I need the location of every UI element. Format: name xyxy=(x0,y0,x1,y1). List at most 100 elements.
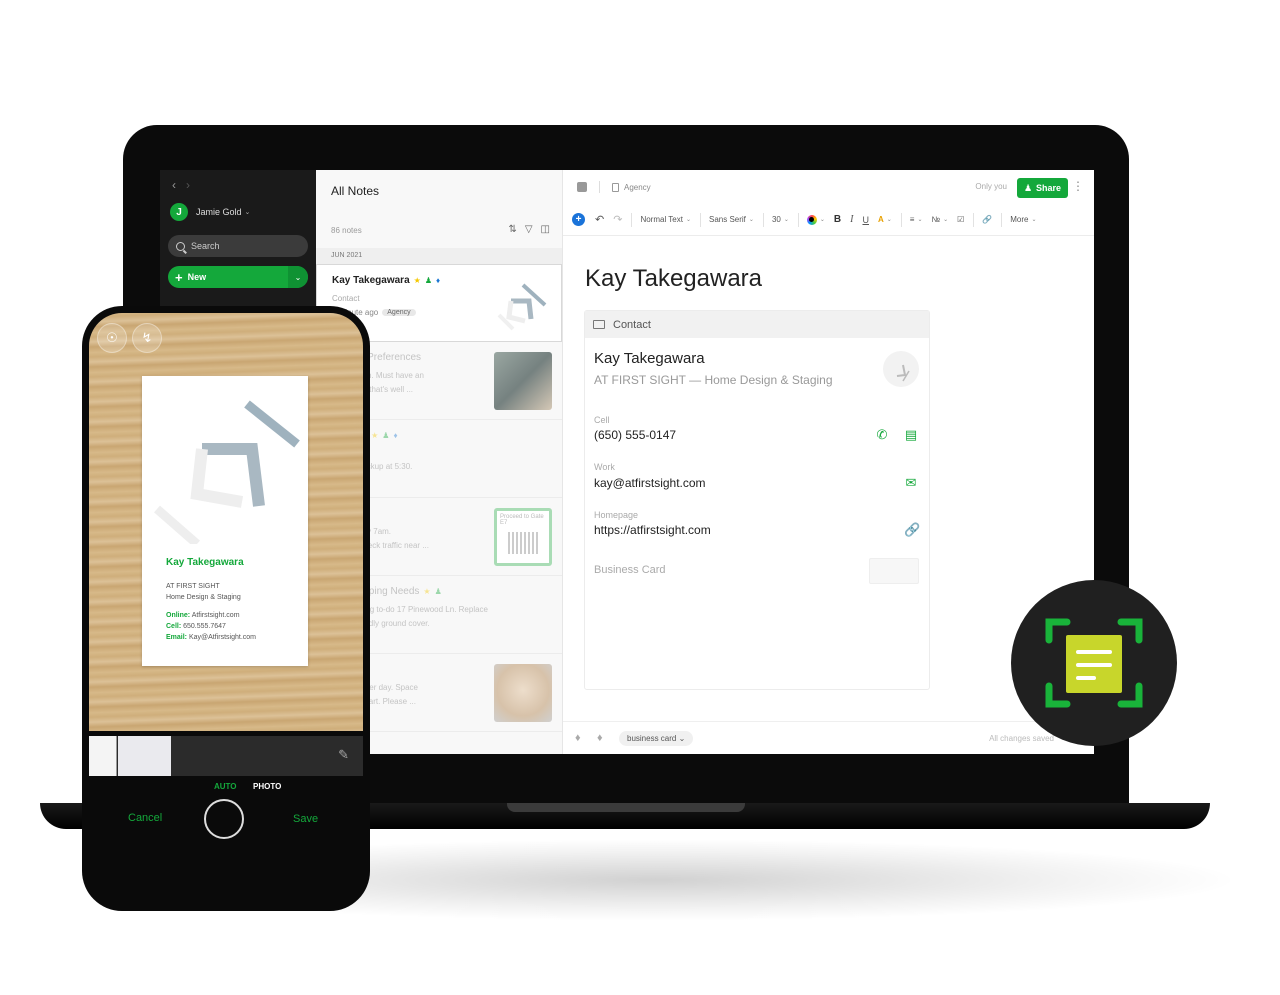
switch-camera-icon[interactable]: ☉ xyxy=(97,323,127,353)
shared-icon: ♟ xyxy=(424,276,432,285)
phone-device: ☉ ↯ Kay Takegawara AT FIRST SIGHT Home D… xyxy=(82,306,370,911)
numbered-list-dropdown[interactable]: № ⌄ xyxy=(932,215,949,224)
email-icon[interactable]: ✉ xyxy=(904,476,918,490)
highlighter-icon: A xyxy=(877,215,884,224)
back-arrow-icon[interactable]: ‹ xyxy=(172,178,176,192)
notebook-name[interactable]: Agency xyxy=(624,183,651,192)
account-switcher[interactable]: J Jamie Gold ⌄ xyxy=(170,203,250,221)
qr-code xyxy=(508,532,538,554)
star-icon: ★ xyxy=(413,276,421,285)
share-button[interactable]: ♟ Share xyxy=(1017,178,1068,198)
contact-name: Kay Takegawara xyxy=(594,350,705,367)
card-online: Online: Atfirstsight.com xyxy=(166,610,256,621)
note-thumbnail xyxy=(497,283,547,331)
view-options-icon[interactable]: ◫ xyxy=(541,224,550,235)
underline-button[interactable]: U xyxy=(862,215,869,225)
text-style-dropdown[interactable]: Normal Text ⌄ xyxy=(640,215,691,224)
cancel-button[interactable]: Cancel xyxy=(128,812,162,824)
divider xyxy=(762,212,764,227)
italic-button[interactable]: I xyxy=(850,214,853,225)
phone-call-icon[interactable]: ✆ xyxy=(875,428,889,442)
work-email-value[interactable]: kay@atfirstsight.com xyxy=(594,476,706,490)
redo-icon[interactable]: ↷ xyxy=(613,213,622,226)
share-label: Share xyxy=(1036,183,1062,193)
new-note-button[interactable]: + New xyxy=(168,270,288,285)
forward-arrow-icon[interactable]: › xyxy=(186,178,190,192)
card-email-value: Kay@Atfirstsight.com xyxy=(188,634,256,641)
link-button[interactable]: 🔗 xyxy=(982,215,992,224)
text-color-dropdown[interactable]: ⌄ xyxy=(806,214,825,225)
cell-value[interactable]: (650) 555-0147 xyxy=(594,428,676,442)
search-icon xyxy=(176,241,185,251)
note-tag[interactable]: Agency xyxy=(382,309,416,316)
card-company-line2: Home Design & Staging xyxy=(166,594,241,601)
contact-avatar xyxy=(883,351,919,387)
note-title[interactable]: Kay Takegawara xyxy=(585,265,762,293)
expand-icon[interactable] xyxy=(577,182,587,192)
month-header: JUN 2021 xyxy=(316,248,562,264)
highlight-dropdown[interactable]: A ⌄ xyxy=(878,215,892,224)
more-dropdown[interactable]: More ⌄ xyxy=(1010,215,1036,224)
homepage-label: Homepage xyxy=(594,510,639,520)
add-reminder-icon[interactable]: ♦ xyxy=(597,732,607,744)
note-list-title: All Notes xyxy=(331,184,380,198)
save-button[interactable]: Save xyxy=(293,813,318,825)
divider xyxy=(797,212,799,227)
laptop-notch xyxy=(507,803,745,812)
business-card-thumbnail[interactable] xyxy=(869,558,919,584)
scan-thumbnail-strip: ✎ xyxy=(89,736,363,776)
dog-image xyxy=(494,664,552,722)
numbered-list-icon: № xyxy=(931,215,941,224)
boarding-pass-text: Proceed to Gate E7 xyxy=(500,514,544,526)
work-label: Work xyxy=(594,462,615,472)
pencil-icon[interactable]: ✎ xyxy=(338,747,349,763)
mode-auto[interactable]: AUTO xyxy=(214,782,237,791)
card-contact-lines: Online: Atfirstsight.com Cell: 650.555.7… xyxy=(166,610,256,643)
new-button[interactable]: + New ⌄ xyxy=(168,266,308,288)
checklist-button[interactable]: ☑ xyxy=(957,215,964,224)
chevron-down-icon: ⌄ xyxy=(1031,217,1037,223)
link-icon[interactable]: 🔗 xyxy=(904,523,920,537)
note-snippet: Contact xyxy=(332,294,360,303)
homepage-value[interactable]: https://atfirstsight.com xyxy=(594,523,711,537)
scan-thumbnail[interactable] xyxy=(118,736,171,776)
filter-icon[interactable]: ▽ xyxy=(525,224,533,235)
contact-card: Contact Kay Takegawara AT FIRST SIGHT — … xyxy=(584,310,930,690)
divider xyxy=(973,212,975,227)
font-dropdown[interactable]: Sans Serif ⌄ xyxy=(709,215,754,224)
bold-button[interactable]: B xyxy=(834,214,841,225)
chevron-down-icon: ⌄ xyxy=(244,209,251,216)
new-dropdown-chevron-icon[interactable]: ⌄ xyxy=(288,266,308,288)
editor-header: Agency xyxy=(563,170,1094,204)
kitchen-image xyxy=(494,352,552,410)
account-name: Jamie Gold xyxy=(196,207,242,217)
chevron-down-icon: ⌄ xyxy=(917,217,923,223)
contact-card-icon xyxy=(593,320,605,329)
checklist-icon: ☑ xyxy=(957,215,965,224)
text-style-label: Normal Text xyxy=(640,215,683,224)
contact-company: AT FIRST SIGHT — Home Design & Staging xyxy=(594,373,833,387)
message-icon[interactable]: ▤ xyxy=(904,428,918,442)
insert-plus-button[interactable]: + xyxy=(572,213,585,226)
divider xyxy=(900,212,902,227)
chevron-down-icon: ⌄ xyxy=(943,217,949,223)
tag-chip[interactable]: business card ⌄ xyxy=(619,730,694,746)
flash-off-icon[interactable]: ↯ xyxy=(132,323,162,353)
more-actions-icon[interactable]: ⋮ xyxy=(1072,180,1084,192)
font-size-dropdown[interactable]: 30 ⌄ xyxy=(772,215,789,224)
document-scan-badge xyxy=(1011,580,1177,746)
shutter-button[interactable] xyxy=(204,799,244,839)
reminder-bell-icon[interactable]: ♦ xyxy=(575,732,585,744)
link-icon: 🔗 xyxy=(982,215,993,224)
bullet-list-icon: ≡ xyxy=(909,215,915,224)
scan-thumbnail[interactable] xyxy=(89,736,117,776)
bullet-list-dropdown[interactable]: ≡ ⌄ xyxy=(910,215,923,224)
sort-icon[interactable]: ⇅ xyxy=(508,224,516,235)
card-online-value: Atfirstsight.com xyxy=(191,612,240,619)
undo-icon[interactable]: ↶ xyxy=(595,213,604,226)
mode-photo[interactable]: PHOTO xyxy=(253,782,281,791)
search-input[interactable]: Search xyxy=(168,235,308,257)
avatar: J xyxy=(170,203,188,221)
card-name: Kay Takegawara xyxy=(166,557,244,568)
note-title-text: Kay Takegawara xyxy=(332,275,410,286)
